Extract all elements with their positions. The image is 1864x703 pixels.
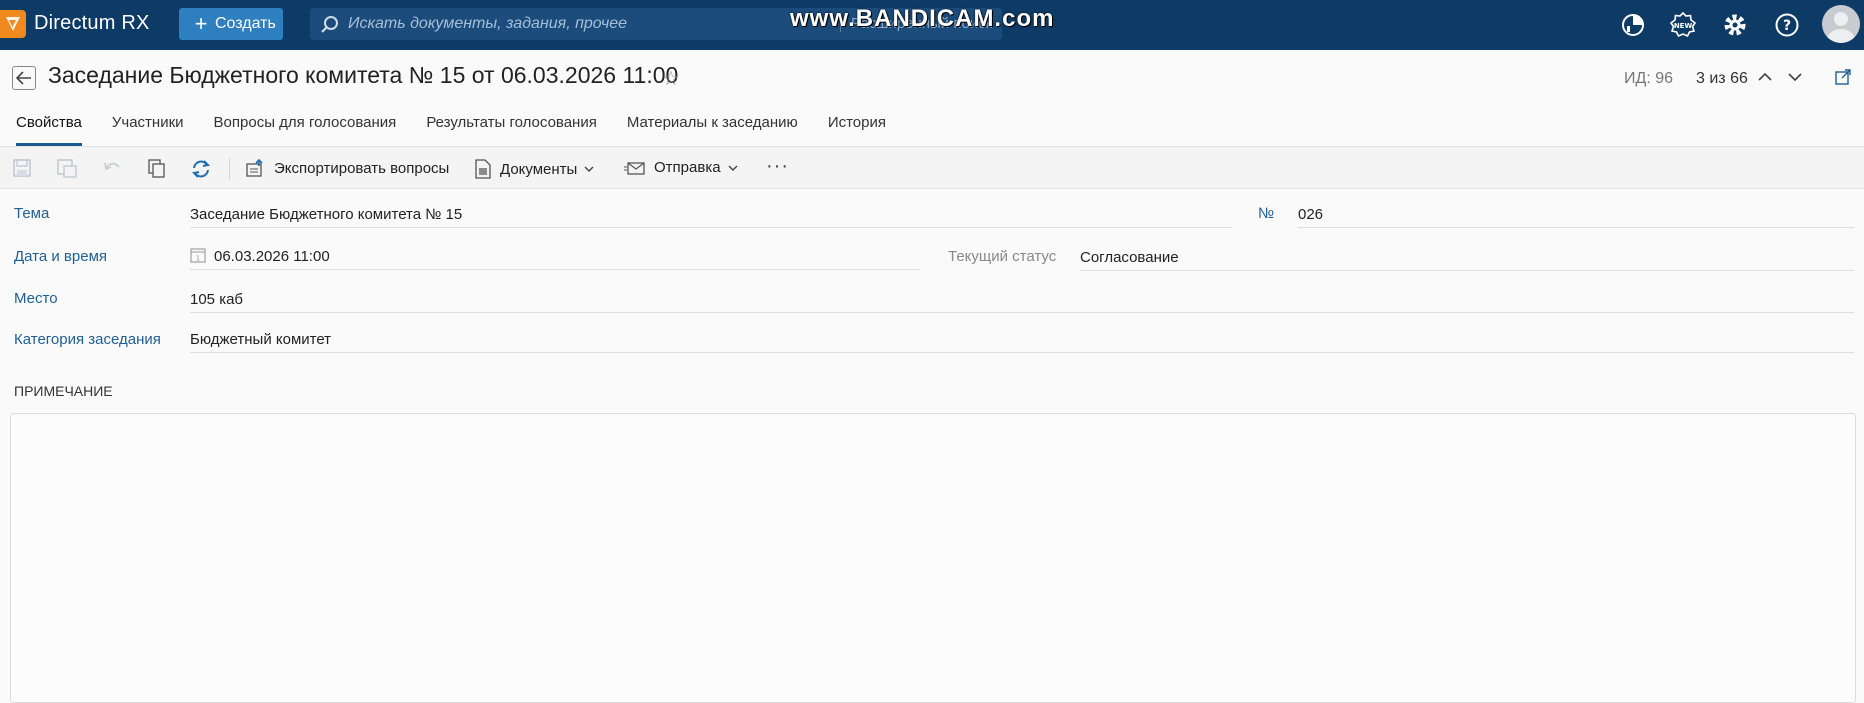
open-in-new-window-icon[interactable] [1834, 68, 1852, 86]
datetime-label: Дата и время [14, 248, 108, 265]
new-icon[interactable]: NEW [1670, 12, 1696, 38]
svg-text:1: 1 [196, 255, 200, 263]
place-label: Место [14, 290, 58, 307]
tab-participants[interactable]: Участники [112, 114, 184, 146]
number-field[interactable]: 026 [1298, 204, 1854, 228]
back-button[interactable] [12, 66, 36, 90]
save-icon[interactable] [12, 158, 32, 178]
star-icon[interactable]: ☆ [662, 66, 680, 91]
save-and-close-icon[interactable] [56, 158, 78, 178]
number-label: № [1258, 205, 1275, 222]
plus-icon: + [194, 11, 208, 36]
more-actions-button[interactable]: ··· [766, 155, 789, 178]
page-title: Заседание Бюджетного комитета № 15 от 06… [48, 62, 679, 88]
chevron-down-icon[interactable] [1786, 68, 1804, 86]
tab-meeting-materials[interactable]: Материалы к заседанию [627, 114, 798, 146]
copy-icon[interactable] [146, 158, 166, 178]
note-section-title: ПРИМЕЧАНИЕ [14, 383, 113, 399]
send-menu-button[interactable]: Отправка [624, 159, 739, 176]
analytics-icon[interactable] [1620, 12, 1646, 38]
category-label: Категория заседания [14, 331, 161, 348]
top-bar: Directum RX + Создать Искать документы, … [0, 0, 1864, 50]
chevron-up-icon[interactable] [1756, 68, 1774, 86]
record-position: 3 из 66 [1696, 70, 1748, 87]
category-field[interactable]: Бюджетный комитет [190, 329, 1854, 353]
chevron-down-icon [584, 166, 594, 172]
record-id: ИД: 96 [1624, 70, 1674, 87]
search-icon [321, 16, 338, 33]
documents-menu-button[interactable]: Документы [474, 159, 595, 179]
chevron-down-icon [728, 165, 738, 171]
svg-text:NEW: NEW [1674, 22, 1693, 30]
subject-field[interactable]: Заседание Бюджетного комитета № 15 [190, 204, 1232, 228]
export-questions-label: Экспортировать вопросы [274, 159, 450, 177]
calendar-icon[interactable]: 1 [190, 247, 206, 263]
tab-bar: Свойства Участники Вопросы для голосован… [16, 114, 916, 146]
user-avatar[interactable] [1822, 5, 1860, 43]
toolbar: Экспортировать вопросы Документы Отправк… [0, 147, 1864, 189]
datetime-field[interactable]: 1 06.03.2026 11:00 [190, 246, 920, 270]
refresh-icon[interactable] [190, 158, 212, 180]
recording-watermark: www.BANDICAM.com [790, 5, 1055, 32]
documents-label: Документы [500, 160, 578, 178]
export-questions-button[interactable]: Экспортировать вопросы [246, 159, 449, 177]
brand-name[interactable]: Directum RX [34, 12, 150, 35]
arrow-left-icon [16, 71, 31, 85]
export-icon [246, 159, 263, 177]
status-field: Согласование [1080, 247, 1854, 271]
create-button[interactable]: + Создать [179, 8, 283, 40]
directum-logo-icon[interactable] [0, 10, 26, 38]
tab-history[interactable]: История [828, 114, 886, 146]
gear-icon[interactable] [1722, 12, 1748, 38]
toolbar-separator [229, 158, 230, 180]
svg-text:?: ? [1783, 18, 1791, 34]
tab-voting-results[interactable]: Результаты голосования [426, 114, 597, 146]
tab-properties[interactable]: Свойства [16, 114, 82, 146]
datetime-value: 06.03.2026 11:00 [214, 248, 330, 265]
subject-label: Тема [14, 205, 50, 222]
document-icon [475, 159, 491, 179]
help-icon[interactable]: ? [1774, 12, 1800, 38]
tab-voting-questions[interactable]: Вопросы для голосования [214, 114, 397, 146]
create-button-label: Создать [215, 15, 276, 32]
search-input[interactable]: Искать документы, задания, прочее [348, 15, 627, 33]
send-label: Отправка [654, 159, 721, 176]
send-icon [624, 161, 645, 175]
undo-icon[interactable] [102, 158, 122, 178]
status-label: Текущий статус [948, 248, 1057, 265]
note-textarea[interactable] [10, 413, 1856, 703]
place-field[interactable]: 105 каб [190, 289, 1854, 313]
